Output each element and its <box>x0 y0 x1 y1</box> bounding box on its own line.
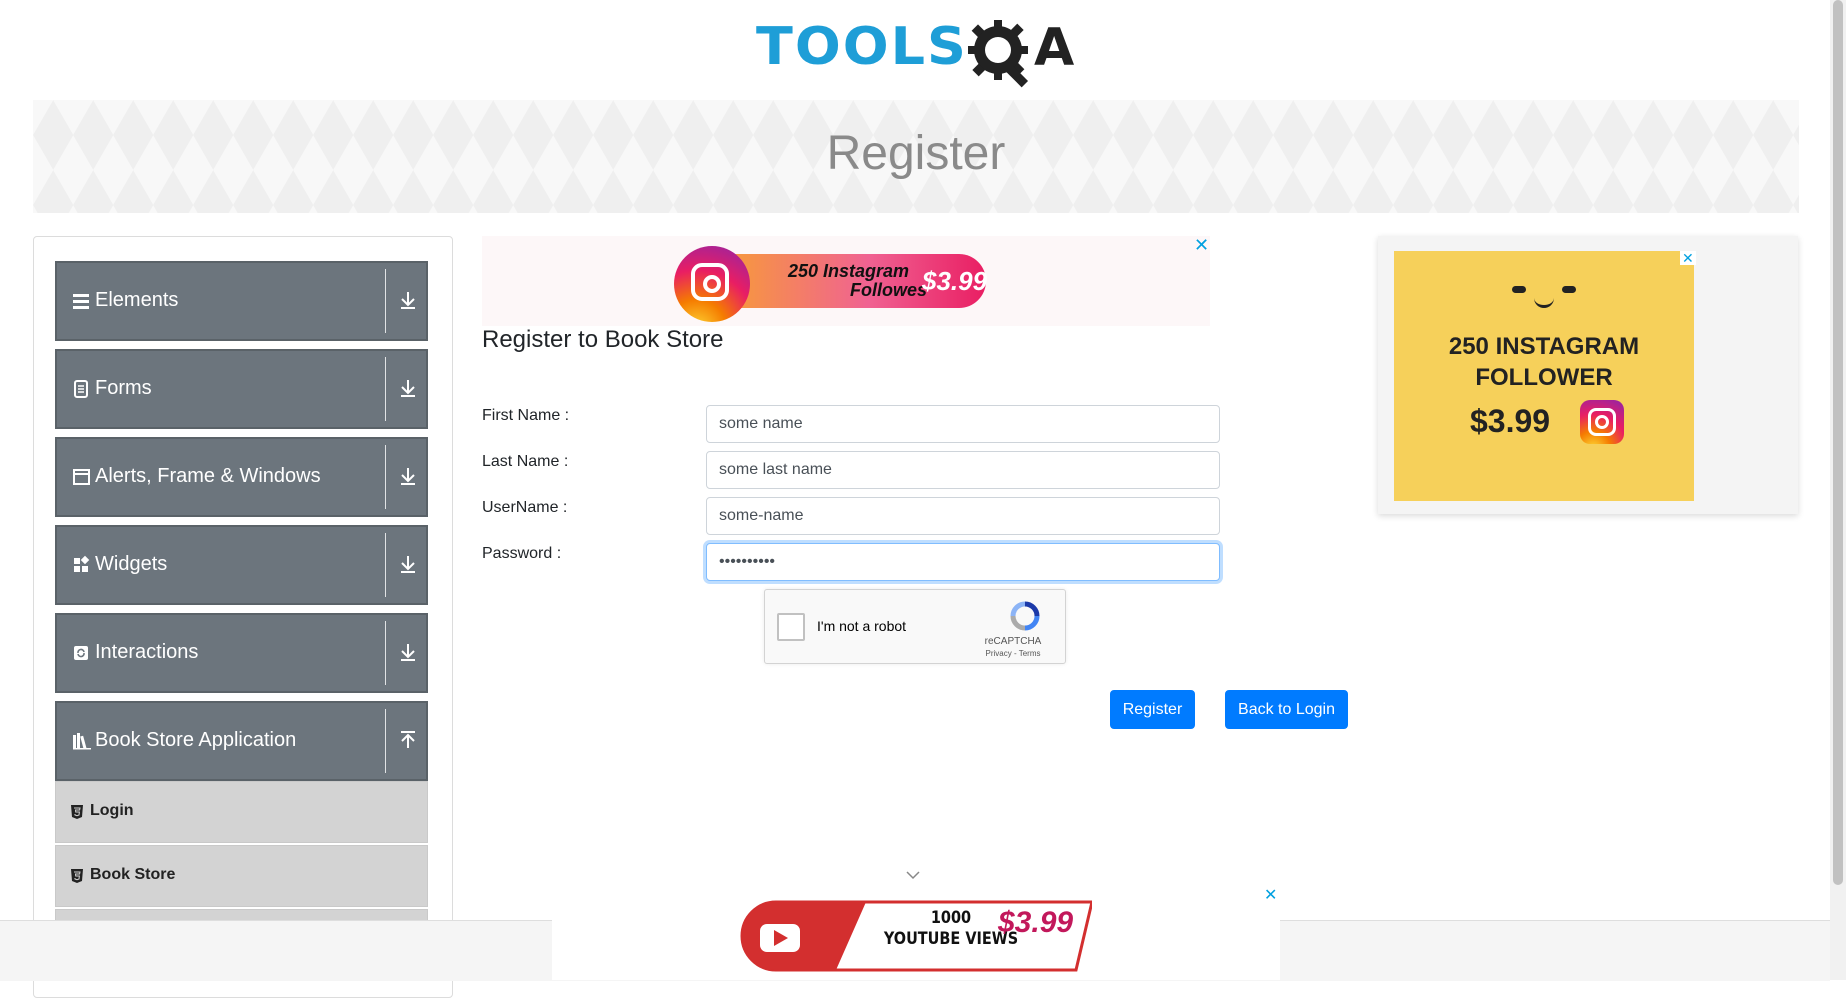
form-title: Register to Book Store <box>482 326 724 353</box>
widgets-icon <box>74 555 90 572</box>
sidebar-item-label: Login <box>90 802 134 819</box>
close-ad-icon[interactable]: ✕ <box>1264 888 1277 904</box>
recaptcha-brand: reCAPTCHA <box>984 636 1042 647</box>
ad-price: $3.99 <box>922 266 988 296</box>
username-input[interactable] <box>706 497 1220 535</box>
toolsqa-logo[interactable]: TOOLS A <box>756 16 1078 90</box>
last-name-label: Last Name : <box>482 453 569 470</box>
html5-icon <box>71 805 83 819</box>
sidebar-item-label: Book Store <box>90 866 176 883</box>
ad-price: $3.99 <box>1470 403 1551 439</box>
ad-instagram-pill[interactable]: 250 Instagram Followes $3.99 <box>674 246 988 322</box>
logo-text: TOOLS <box>756 16 968 77</box>
close-ad-icon[interactable]: ✕ <box>1194 236 1209 254</box>
ad-face-smile <box>1534 295 1554 308</box>
ad-line-1: 250 Instagram <box>788 261 910 281</box>
document-icon <box>74 380 88 398</box>
upload-arrow-icon[interactable] <box>397 729 419 751</box>
sidebar: Elements Forms Alerts, Frame & Windows W… <box>33 236 453 998</box>
ad-line-1: 250 INSTAGRAM <box>1448 333 1640 360</box>
sidebar-group-interactions[interactable]: Interactions <box>55 613 428 693</box>
sidebar-group-label: Alerts, Frame & Windows <box>95 465 321 487</box>
recaptcha-links[interactable]: Privacy - Terms <box>965 649 1061 658</box>
page-title: Register <box>826 127 1006 180</box>
logo-gear-magnifier-icon <box>968 20 1029 88</box>
sidebar-group-forms[interactable]: Forms <box>55 349 428 429</box>
download-arrow-icon[interactable] <box>397 641 419 663</box>
sidebar-group-widgets[interactable]: Widgets <box>55 525 428 605</box>
recaptcha-label: I'm not a robot <box>817 618 907 634</box>
recaptcha-logo-icon <box>1010 601 1040 631</box>
back-to-login-button[interactable]: Back to Login <box>1225 690 1348 729</box>
download-arrow-icon[interactable] <box>397 553 419 575</box>
instagram-lens <box>1595 415 1609 429</box>
books-icon <box>73 733 91 750</box>
ad-banner-right[interactable]: 250 INSTAGRAM FOLLOWER $3.99 ✕ <box>1378 236 1798 514</box>
password-label: Password : <box>482 545 562 562</box>
logo-text-end: A <box>1034 18 1075 78</box>
sidebar-group-label: Interactions <box>95 641 199 663</box>
sidebar-group-book-store-application[interactable]: Book Store Application <box>55 701 428 781</box>
chevron-down-icon[interactable] <box>906 870 920 880</box>
sidebar-group-alerts-frame-windows[interactable]: Alerts, Frame & Windows <box>55 437 428 517</box>
divider <box>385 269 386 333</box>
sidebar-group-elements[interactable]: Elements <box>55 261 428 341</box>
divider <box>385 621 386 685</box>
ad-face-eye-left <box>1512 286 1526 293</box>
page-banner: Register <box>33 100 1799 213</box>
sidebar-group-label: Book Store Application <box>95 729 297 751</box>
password-input[interactable] <box>706 543 1220 581</box>
ad-banner-bottom[interactable]: 1000 YOUTUBE VIEWS $3.99 <box>552 890 1280 980</box>
ad-instagram-follower[interactable]: 250 INSTAGRAM FOLLOWER $3.99 <box>1394 251 1694 501</box>
first-name-label: First Name : <box>482 407 570 424</box>
ad-line-2: FOLLOWER <box>1475 364 1613 391</box>
sidebar-group-label: Forms <box>95 377 152 399</box>
hamburger-icon <box>73 294 89 309</box>
instagram-icon <box>1580 400 1624 444</box>
register-button[interactable]: Register <box>1110 690 1195 729</box>
username-label: UserName : <box>482 499 568 516</box>
sidebar-group-label: Elements <box>95 289 179 311</box>
divider <box>385 533 386 597</box>
ad-title: 250 INSTAGRAM FOLLOWER <box>1394 331 1694 393</box>
instagram-icon <box>674 246 750 322</box>
html5-icon <box>71 869 83 883</box>
divider <box>385 709 386 773</box>
recaptcha-widget: I'm not a robot reCAPTCHA Privacy - Term… <box>764 589 1066 664</box>
close-ad-icon[interactable]: ✕ <box>1680 251 1696 265</box>
ad-banner-top[interactable]: 250 Instagram Followes $3.99 <box>482 236 1210 326</box>
divider <box>385 445 386 509</box>
sidebar-item-login[interactable]: Login <box>55 781 428 843</box>
ad-line-2: Followes <box>850 280 928 300</box>
scrollbar-thumb[interactable] <box>1833 0 1843 885</box>
sidebar-item-book-store[interactable]: Book Store <box>55 845 428 907</box>
window-icon <box>73 469 90 485</box>
ad-text: 250 Instagram Followes <box>788 262 927 300</box>
ad-face-eye-right <box>1562 286 1576 293</box>
recaptcha-checkbox[interactable] <box>777 613 805 641</box>
last-name-input[interactable] <box>706 451 1220 489</box>
download-arrow-icon[interactable] <box>397 465 419 487</box>
ad-price: $3.99 <box>998 906 1074 939</box>
download-arrow-icon[interactable] <box>397 377 419 399</box>
refresh-icon <box>74 646 88 660</box>
first-name-input[interactable] <box>706 405 1220 443</box>
divider <box>385 357 386 421</box>
download-arrow-icon[interactable] <box>397 289 419 311</box>
instagram-lens <box>703 275 721 293</box>
sidebar-group-label: Widgets <box>95 553 168 575</box>
